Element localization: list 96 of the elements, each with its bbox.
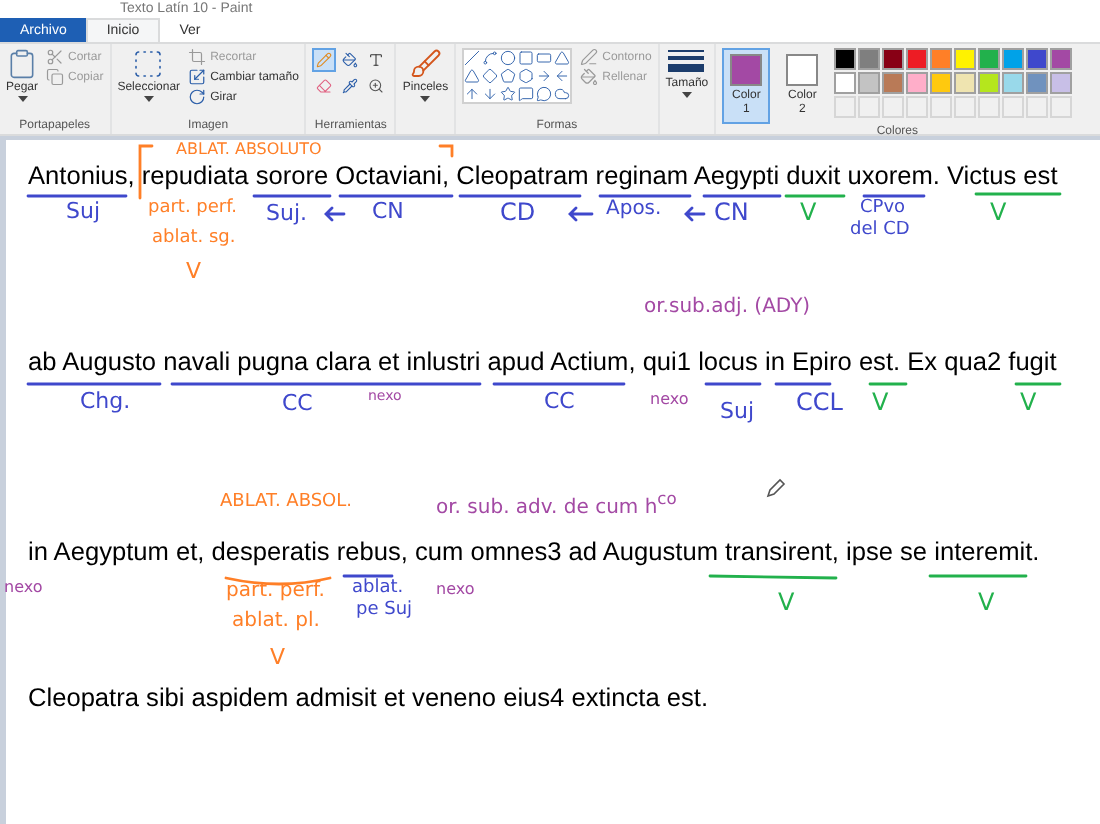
handwritten-note: Chg. <box>80 390 131 412</box>
shapes-gallery[interactable] <box>462 48 573 104</box>
palette-swatch[interactable] <box>1050 48 1073 70</box>
caret-icon <box>143 96 154 102</box>
handwritten-note: V <box>990 200 1007 224</box>
handwritten-note: CCL <box>796 390 843 414</box>
eraser-icon <box>316 78 333 94</box>
latin-text-line: Antonius, repudiata sorore Octaviani, Cleopatram reginam Aegypti duxit uxorem. Victus est <box>28 160 1060 190</box>
palette-swatch[interactable] <box>930 48 953 70</box>
palette-swatch[interactable] <box>1026 72 1049 94</box>
empty-swatch[interactable] <box>978 96 1001 118</box>
handwritten-note: pe Suj <box>356 602 413 620</box>
text-icon <box>368 52 385 68</box>
handwritten-note: CC <box>544 390 575 412</box>
paint-bucket-icon <box>580 68 599 86</box>
pipette-icon <box>342 78 359 94</box>
latin-text-line: in Aegyptum et, desperatis rebus, cum omnes3 ad Augustum transirent, ipse se interemit. <box>28 536 1042 566</box>
palette-swatch[interactable] <box>1002 72 1025 94</box>
handwritten-note: CPvo <box>860 200 906 218</box>
image-tool-icon <box>188 48 207 66</box>
image-tool-icon <box>188 68 207 86</box>
handwritten-note: or.sub.adj. (ADY) <box>644 298 811 318</box>
empty-swatch[interactable] <box>858 96 881 118</box>
scissors-icon <box>46 48 65 66</box>
zoom-icon <box>368 78 385 94</box>
dashed-square-icon <box>132 48 165 80</box>
palette-swatch[interactable] <box>882 72 905 94</box>
handwritten-note: or. sub. adv. de cum h$^{co}$ <box>436 490 677 519</box>
handwritten-note: ablat. sg. <box>152 230 236 248</box>
palette-swatch[interactable] <box>858 48 881 70</box>
palette-swatch[interactable] <box>978 48 1001 70</box>
handwritten-note: Apos. <box>606 200 662 220</box>
handwritten-note: ablat. <box>352 580 404 598</box>
handwritten-note: ABLAT. ABSOLUTO <box>176 142 322 158</box>
caret-icon <box>420 96 431 102</box>
pencil-cursor-icon <box>766 478 786 498</box>
tool-button[interactable] <box>312 74 337 98</box>
handwritten-note: V <box>800 200 817 224</box>
line-width-icon <box>668 48 705 76</box>
brush-icon <box>409 48 442 80</box>
pen-icon <box>580 48 599 66</box>
empty-swatch[interactable] <box>882 96 905 118</box>
empty-swatch[interactable] <box>906 96 929 118</box>
handwritten-note: Suj. <box>266 202 308 224</box>
handwritten-note: Suj <box>66 200 101 222</box>
empty-swatch[interactable] <box>1002 96 1025 118</box>
handwritten-note: ABLAT. ABSOL. <box>220 494 353 512</box>
handwritten-note: nexo <box>650 392 689 408</box>
palette-swatch[interactable] <box>882 48 905 70</box>
handwritten-note: CN <box>372 200 404 222</box>
palette-swatch[interactable] <box>954 72 977 94</box>
caret-icon <box>681 92 692 98</box>
handwritten-note: part. perf. <box>148 200 238 218</box>
handwritten-note: CD <box>500 200 536 224</box>
latin-text-line: ab Augusto navali pugna clara et inlustri apud Actium, qui1 locus in Epiro est. Ex qua2 fugit <box>28 346 1059 376</box>
paint-bucket-icon <box>342 52 359 68</box>
empty-swatch[interactable] <box>954 96 977 118</box>
handwritten-note: nexo <box>4 580 43 596</box>
empty-swatch[interactable] <box>834 96 857 118</box>
palette-swatch[interactable] <box>834 48 857 70</box>
caret-icon <box>17 96 27 102</box>
clipboard-icon <box>6 48 38 80</box>
copy-icon <box>46 68 65 86</box>
handwritten-note: part. perf. <box>226 582 325 602</box>
handwritten-note: V <box>778 590 795 614</box>
handwritten-note: Suj <box>720 400 755 422</box>
palette-swatch[interactable] <box>1002 48 1025 70</box>
tool-button[interactable] <box>338 74 363 98</box>
palette-swatch[interactable] <box>978 72 1001 94</box>
palette-swatch[interactable] <box>1050 72 1073 94</box>
handwritten-note: V <box>1020 390 1037 414</box>
latin-text-line: Cleopatra sibi aspidem admisit et veneno eius4 extincta est. <box>28 682 711 712</box>
tool-button[interactable] <box>312 48 337 72</box>
handwritten-note: del CD <box>850 222 910 240</box>
empty-swatch[interactable] <box>930 96 953 118</box>
handwritten-note: V <box>978 590 995 614</box>
palette-swatch[interactable] <box>834 72 857 94</box>
drawing-canvas[interactable] <box>6 140 1100 824</box>
handwritten-note: V <box>186 260 202 282</box>
palette-swatch[interactable] <box>858 72 881 94</box>
palette-swatch[interactable] <box>930 72 953 94</box>
palette-swatch[interactable] <box>1026 48 1049 70</box>
empty-swatch[interactable] <box>1050 96 1073 118</box>
handwritten-note: ablat. pl. <box>232 612 320 632</box>
handwritten-note: CC <box>282 392 313 414</box>
handwritten-note: V <box>872 390 889 414</box>
empty-swatch[interactable] <box>1026 96 1049 118</box>
pencil-icon <box>316 52 333 68</box>
handwritten-note: nexo <box>436 582 475 598</box>
palette-swatch[interactable] <box>906 48 929 70</box>
palette-swatch[interactable] <box>906 72 929 94</box>
palette-swatch[interactable] <box>954 48 977 70</box>
tool-button[interactable] <box>338 48 363 72</box>
image-tool-icon <box>188 88 207 106</box>
handwritten-note: V <box>270 646 286 668</box>
handwritten-note: CN <box>714 200 749 224</box>
